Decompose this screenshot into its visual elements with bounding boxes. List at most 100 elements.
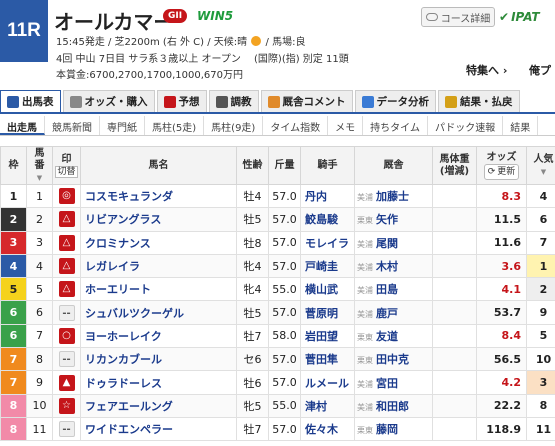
- odds-update-button[interactable]: ⟳ 更新: [483, 163, 520, 180]
- mark-symbol[interactable]: △: [58, 258, 75, 275]
- col-sexage: 性齢: [236, 146, 269, 185]
- my-pro-link[interactable]: 俺プ: [529, 62, 551, 78]
- trainer-link[interactable]: 鹿戸: [376, 307, 398, 320]
- trainer-link[interactable]: 藤岡: [376, 423, 398, 436]
- horse-name-link[interactable]: ヨーホーレイク: [80, 323, 237, 349]
- subtab-4[interactable]: 馬柱(9走): [204, 116, 264, 135]
- trainer-link[interactable]: 田島: [376, 283, 398, 296]
- tab-6[interactable]: 結果・払戻: [438, 90, 520, 112]
- trainer-link[interactable]: 加藤士: [376, 190, 409, 203]
- trainer-link[interactable]: 友道: [376, 330, 398, 343]
- trainer-link[interactable]: 田中克: [376, 353, 409, 366]
- race-conditions: 15:45発走 / 芝2200m (右 外 C) / 天候:晴 / 馬場:良: [56, 33, 305, 48]
- mark-symbol[interactable]: △: [58, 211, 75, 228]
- odds-cell[interactable]: 4.2: [476, 370, 527, 395]
- tab-4[interactable]: 厩舎コメント: [260, 90, 353, 112]
- subtab-9[interactable]: 結果: [503, 116, 539, 135]
- tab-label: データ分析: [376, 96, 430, 108]
- odds-cell[interactable]: 118.9: [476, 416, 527, 442]
- jockey-link[interactable]: 横山武: [300, 277, 355, 302]
- subtab-2[interactable]: 専門紙: [100, 116, 145, 135]
- waku-cell: 2: [0, 207, 27, 232]
- mark-none[interactable]: --: [58, 351, 75, 368]
- odds-cell[interactable]: 56.5: [476, 347, 527, 372]
- mark-symbol[interactable]: ▲: [58, 374, 75, 391]
- tab-2[interactable]: 予想: [156, 90, 207, 112]
- jockey-link[interactable]: 佐々木: [300, 416, 355, 442]
- mark-none[interactable]: --: [58, 304, 75, 321]
- odds-cell[interactable]: 11.6: [476, 230, 527, 255]
- odds-cell[interactable]: 22.2: [476, 393, 527, 418]
- subtab-3[interactable]: 馬柱(5走): [145, 116, 205, 135]
- popularity-cell: 2: [526, 277, 555, 302]
- jockey-link[interactable]: 菅田隼: [300, 347, 355, 372]
- umaban-cell: 1: [26, 183, 53, 209]
- horse-name-link[interactable]: フェアエールング: [80, 393, 237, 418]
- jockey-link[interactable]: 鮫島駿: [300, 207, 355, 232]
- mark-symbol[interactable]: ○: [58, 327, 75, 344]
- subtab-0[interactable]: 出走馬: [0, 116, 45, 135]
- horse-name-link[interactable]: ドゥラドーレス: [80, 370, 237, 395]
- mark-toggle-button[interactable]: 切替: [55, 165, 78, 178]
- odds-cell[interactable]: 3.6: [476, 253, 527, 279]
- bodyweight-cell: [432, 370, 477, 395]
- table-icon: [7, 95, 19, 108]
- ipat-button[interactable]: ✔ IPAT: [499, 7, 555, 27]
- col-bodyweight-sub: (増減): [439, 165, 470, 177]
- mark-symbol[interactable]: △: [58, 234, 75, 251]
- trainer-link[interactable]: 尾関: [376, 237, 398, 250]
- trainer-link[interactable]: 矢作: [376, 213, 398, 226]
- feature-link[interactable]: 特集へ ›: [466, 62, 507, 78]
- horse-name-link[interactable]: リビアングラス: [80, 207, 237, 232]
- odds-icon: [69, 95, 82, 108]
- horse-name-link[interactable]: クロミナンス: [80, 230, 237, 255]
- mark-none[interactable]: --: [58, 421, 75, 438]
- tab-3[interactable]: 調教: [208, 90, 259, 112]
- odds-cell[interactable]: 4.1: [476, 277, 527, 302]
- tab-1[interactable]: オッズ・購入: [62, 90, 155, 112]
- subtab-1[interactable]: 競馬新聞: [45, 116, 100, 135]
- mark-symbol[interactable]: ◎: [58, 188, 75, 205]
- subtab-5[interactable]: タイム指数: [263, 116, 329, 135]
- horse-name-link[interactable]: ワイドエンペラー: [80, 416, 237, 442]
- trainer-cell: 美浦 和田郎: [354, 393, 433, 418]
- weight-cell: 55.0: [268, 393, 301, 418]
- belong-label: 美浦: [357, 309, 373, 319]
- horse-name-link[interactable]: シュバルツクーゲル: [80, 300, 237, 325]
- mark-symbol[interactable]: ☆: [58, 397, 75, 414]
- horse-name-link[interactable]: ホーエリート: [80, 277, 237, 302]
- subtab-6[interactable]: メモ: [328, 116, 364, 135]
- umaban-cell: 3: [26, 230, 53, 255]
- jockey-link[interactable]: 菅原明: [300, 300, 355, 325]
- trainer-link[interactable]: 和田郎: [376, 400, 409, 413]
- horse-name-link[interactable]: リカンカブール: [80, 347, 237, 372]
- tab-0[interactable]: 出馬表: [0, 90, 61, 112]
- jockey-link[interactable]: 岩田望: [300, 323, 355, 349]
- odds-cell[interactable]: 53.7: [476, 300, 527, 325]
- weight-cell: 58.0: [268, 323, 301, 349]
- course-detail-button[interactable]: コース詳細: [421, 7, 495, 27]
- horse-name-link[interactable]: コスモキュランダ: [80, 183, 237, 209]
- col-mark: 印切替: [52, 146, 81, 185]
- odds-cell[interactable]: 8.4: [476, 323, 527, 349]
- odds-cell[interactable]: 8.3: [476, 183, 527, 209]
- tab-5[interactable]: データ分析: [354, 90, 436, 112]
- jockey-link[interactable]: 津村: [300, 393, 355, 418]
- bodyweight-cell: [432, 393, 477, 418]
- mark-symbol[interactable]: △: [58, 281, 75, 298]
- subtab-7[interactable]: 持ちタイム: [363, 116, 428, 135]
- tab-label: オッズ・購入: [84, 96, 148, 108]
- col-umaban[interactable]: 馬 番 ▼: [26, 146, 53, 185]
- trainer-link[interactable]: 木村: [376, 260, 398, 273]
- prize-money: 本賞金:6700,2700,1700,1000,670万円: [56, 70, 243, 81]
- odds-cell[interactable]: 11.5: [476, 207, 527, 232]
- jockey-link[interactable]: 丹内: [300, 183, 355, 209]
- jockey-link[interactable]: 戸崎圭: [300, 253, 355, 279]
- trainer-link[interactable]: 宮田: [376, 377, 398, 390]
- race-number-badge: 11R: [0, 0, 48, 62]
- mark-cell: --: [52, 416, 81, 442]
- jockey-link[interactable]: モレイラ: [300, 230, 355, 255]
- jockey-link[interactable]: ルメール: [300, 370, 355, 395]
- subtab-8[interactable]: パドック速報: [428, 116, 504, 135]
- horse-name-link[interactable]: レガレイラ: [80, 253, 237, 279]
